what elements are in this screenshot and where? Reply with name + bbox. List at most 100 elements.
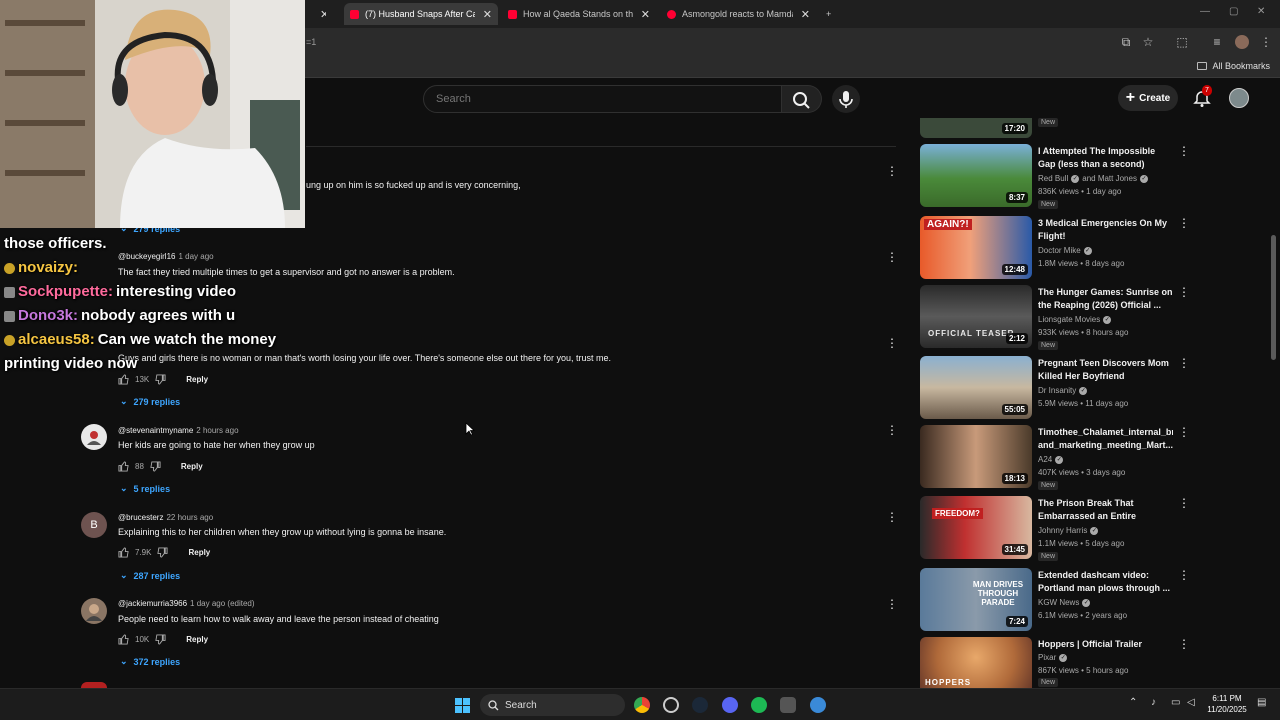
app-icon[interactable]: [810, 697, 826, 713]
replies-toggle[interactable]: ⌄ 372 replies: [120, 656, 180, 667]
channel-name[interactable]: Doctor Mike ✓: [1038, 246, 1092, 255]
channel-name[interactable]: Johnny Harris ✓: [1038, 526, 1099, 535]
spotify-icon[interactable]: [751, 697, 767, 713]
search-box[interactable]: [423, 85, 782, 113]
tab-al-qaeda[interactable]: How al Qaeda Stands on the Br ✕: [502, 3, 656, 25]
video-thumbnail[interactable]: OFFICIAL TEASER 2:12: [920, 285, 1032, 348]
channel-name[interactable]: Red Bull ✓ and Matt Jones ✓: [1038, 174, 1148, 183]
search-input[interactable]: [424, 86, 781, 112]
channel-name[interactable]: Lionsgate Movies ✓: [1038, 315, 1112, 324]
reply-button[interactable]: Reply: [188, 548, 210, 557]
sidebar-video[interactable]: HOPPERS Hoppers | Official Trailer Pixar…: [920, 637, 1190, 688]
video-title[interactable]: Timothee_Chalamet_internal_br and_market…: [1038, 426, 1173, 452]
search-button[interactable]: [782, 85, 822, 113]
new-tab-button[interactable]: +: [820, 3, 840, 25]
thumbs-up-icon[interactable]: [118, 634, 129, 645]
channel-name[interactable]: KGW News ✓: [1038, 598, 1091, 607]
replies-toggle[interactable]: ⌄ 5 replies: [120, 483, 170, 494]
video-title[interactable]: The Hunger Games: Sunrise on the Reaping…: [1038, 286, 1173, 312]
replies-toggle[interactable]: ⌄ 279 replies: [120, 396, 180, 407]
sidebar-video[interactable]: MAN DRIVES THROUGH PARADE 7:24 Extended …: [920, 568, 1190, 632]
media-icon[interactable]: ≡: [1210, 35, 1224, 49]
voice-search-button[interactable]: [832, 85, 860, 113]
network-icon[interactable]: ▭: [1171, 697, 1180, 708]
maximize-icon[interactable]: ▢: [1229, 6, 1238, 17]
tray-chevron-icon[interactable]: ⌃: [1129, 697, 1137, 708]
minimize-icon[interactable]: —: [1200, 6, 1210, 17]
more-options-icon[interactable]: ⋮: [1178, 356, 1190, 370]
extensions-icon[interactable]: ⬚: [1175, 35, 1189, 49]
channel-name[interactable]: Dr Insanity ✓: [1038, 386, 1088, 395]
channel-name[interactable]: A24 ✓: [1038, 455, 1064, 464]
windows-start-icon[interactable]: [455, 698, 470, 713]
more-options-icon[interactable]: ⋮: [1178, 216, 1190, 230]
discord-icon[interactable]: [722, 697, 738, 713]
cast-icon[interactable]: ⧉: [1119, 35, 1133, 49]
app-icon[interactable]: [663, 697, 679, 713]
video-title[interactable]: Pregnant Teen Discovers Mom Killed Her B…: [1038, 357, 1173, 383]
comment-author[interactable]: @brucesterz: [118, 513, 163, 522]
more-options-icon[interactable]: ⋮: [886, 597, 898, 611]
video-title[interactable]: Hoppers | Official Trailer: [1038, 638, 1173, 651]
thumbs-up-icon[interactable]: [118, 461, 129, 472]
close-icon[interactable]: ✕: [320, 8, 326, 21]
avatar[interactable]: [81, 598, 107, 624]
create-button[interactable]: + Create: [1118, 85, 1178, 111]
video-thumbnail[interactable]: HOPPERS: [920, 637, 1032, 688]
video-title[interactable]: 3 Medical Emergencies On My Flight!: [1038, 217, 1173, 243]
more-options-icon[interactable]: ⋮: [886, 164, 898, 178]
url-text[interactable]: =1: [306, 37, 316, 47]
sidebar-video[interactable]: AGAIN?! 12:48 3 Medical Emergencies On M…: [920, 216, 1190, 280]
more-options-icon[interactable]: ⋮: [1178, 285, 1190, 299]
video-thumbnail[interactable]: 55:05: [920, 356, 1032, 419]
video-thumbnail[interactable]: 8:37: [920, 144, 1032, 207]
video-title[interactable]: I Attempted The Impossible Gap (less tha…: [1038, 145, 1173, 171]
video-thumbnail[interactable]: FREEDOM? 31:45: [920, 496, 1032, 559]
more-options-icon[interactable]: ⋮: [1178, 496, 1190, 510]
replies-toggle[interactable]: ⌄ 287 replies: [120, 570, 180, 581]
more-options-icon[interactable]: ⋮: [886, 250, 898, 264]
tab-husband-snaps[interactable]: (7) Husband Snaps After Catch ✕: [344, 3, 498, 25]
steam-icon[interactable]: [692, 697, 708, 713]
video-title[interactable]: The Prison Break That Embarrassed an Ent…: [1038, 497, 1173, 523]
video-thumbnail[interactable]: 18:13: [920, 425, 1032, 488]
taskbar-search[interactable]: Search: [480, 694, 625, 716]
comment-author[interactable]: @jackiemurria3966: [118, 599, 187, 608]
more-options-icon[interactable]: ⋮: [1178, 568, 1190, 582]
notifications-button[interactable]: 7: [1192, 85, 1212, 109]
reply-button[interactable]: Reply: [186, 375, 208, 384]
profile-icon[interactable]: [1235, 35, 1249, 49]
avatar[interactable]: [81, 424, 107, 450]
sidebar-video[interactable]: 55:05 Pregnant Teen Discovers Mom Killed…: [920, 356, 1190, 420]
menu-icon[interactable]: ⋮: [1259, 35, 1273, 49]
reply-button[interactable]: Reply: [186, 635, 208, 644]
sidebar-video[interactable]: 18:13 Timothee_Chalamet_internal_br and_…: [920, 425, 1190, 490]
notification-center-icon[interactable]: ▤: [1257, 697, 1266, 708]
more-options-icon[interactable]: ⋮: [886, 510, 898, 524]
video-thumbnail[interactable]: AGAIN?! 12:48: [920, 216, 1032, 279]
close-window-icon[interactable]: ✕: [1257, 6, 1265, 17]
video-thumbnail[interactable]: MAN DRIVES THROUGH PARADE 7:24: [920, 568, 1032, 631]
channel-name[interactable]: Pixar ✓: [1038, 653, 1068, 662]
more-options-icon[interactable]: ⋮: [1178, 637, 1190, 651]
tab-partial[interactable]: ✕: [306, 3, 326, 25]
sidebar-video[interactable]: FREEDOM? 31:45 The Prison Break That Emb…: [920, 496, 1190, 561]
sidebar-video[interactable]: OFFICIAL TEASER 2:12 The Hunger Games: S…: [920, 285, 1190, 350]
reply-button[interactable]: Reply: [181, 462, 203, 471]
taskbar-clock[interactable]: 6:11 PM 11/20/2025: [1205, 693, 1249, 715]
app-icon[interactable]: [780, 697, 796, 713]
thumbs-down-icon[interactable]: [150, 461, 161, 472]
all-bookmarks-button[interactable]: All Bookmarks: [1197, 61, 1270, 71]
more-options-icon[interactable]: ⋮: [1178, 425, 1190, 439]
close-icon[interactable]: ✕: [483, 8, 492, 21]
thumbs-down-icon[interactable]: [155, 634, 166, 645]
tab-asmongold[interactable]: Asmongold reacts to Mamdani ✕: [661, 3, 816, 25]
close-icon[interactable]: ✕: [641, 8, 650, 21]
account-avatar[interactable]: [1229, 88, 1249, 108]
more-options-icon[interactable]: ⋮: [886, 423, 898, 437]
microphone-icon[interactable]: ♪: [1151, 697, 1156, 708]
sidebar-thumbnail[interactable]: 17:20: [920, 118, 1032, 138]
thumbs-up-icon[interactable]: [118, 547, 129, 558]
scrollbar[interactable]: [1271, 235, 1276, 360]
comment-author[interactable]: @stevenaintmyname: [118, 426, 193, 435]
